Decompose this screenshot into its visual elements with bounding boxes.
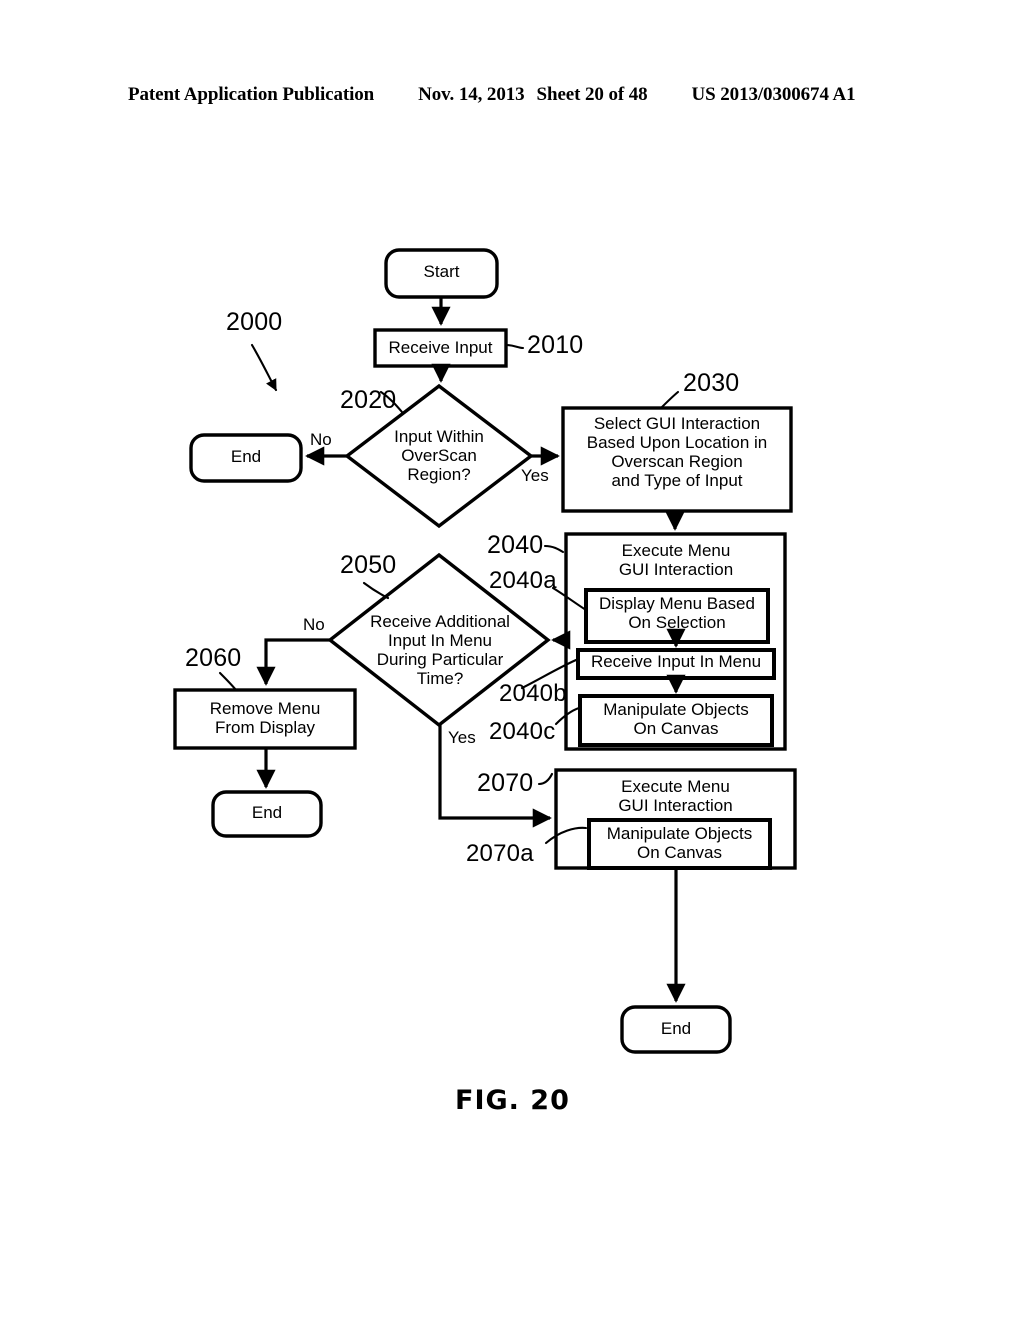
node-receive-input-in-menu-shape [576,648,776,680]
edge-label-overscan-no: No [310,430,332,449]
edge-label-additional-no: No [303,615,325,634]
ref-numeral-2040b: 2040b [499,680,567,707]
ref-numeral-2010: 2010 [527,331,584,359]
edge-label-overscan-yes: Yes [521,466,549,485]
ref-numeral-2070a: 2070a [466,840,534,867]
ref-numeral-2020: 2020 [340,386,397,414]
leader-2070 [537,772,554,786]
leader-2010 [504,343,525,350]
leader-2030 [659,390,680,410]
ref-numeral-2000: 2000 [226,308,283,336]
node-receive-input-shape [373,328,508,368]
node-select-gui-shape [561,406,793,513]
ref-numeral-2030: 2030 [683,369,740,397]
node-end-remove-shape [211,790,323,838]
leader-2060 [218,671,238,692]
flowchart-svg [173,248,797,1054]
leader-2050 [362,581,390,600]
leader-2040 [543,544,565,554]
node-manipulate-objects-2070-shape [587,818,772,870]
ref-numeral-2040a: 2040a [489,567,557,594]
figure-caption: FIG. 20 [455,1085,570,1116]
ref-numeral-2070: 2070 [477,769,534,797]
node-end-no-shape [189,433,303,483]
flowchart-figure [0,0,1024,1320]
edge-label-additional-yes: Yes [448,728,476,747]
edge-decision-additional-no [256,638,330,686]
leader-2040a [551,586,588,612]
node-start-shape [384,248,499,299]
node-remove-menu-shape [173,688,357,750]
leader-2000 [250,343,278,392]
node-end-final-shape [620,1005,732,1054]
node-display-menu-shape [584,588,770,644]
node-manipulate-objects-2040-shape [578,694,774,747]
leader-2070a [544,826,588,845]
ref-numeral-2060: 2060 [185,644,242,672]
ref-numeral-2050: 2050 [340,551,397,579]
ref-numeral-2040c: 2040c [489,718,556,745]
ref-numeral-2040: 2040 [487,531,544,559]
